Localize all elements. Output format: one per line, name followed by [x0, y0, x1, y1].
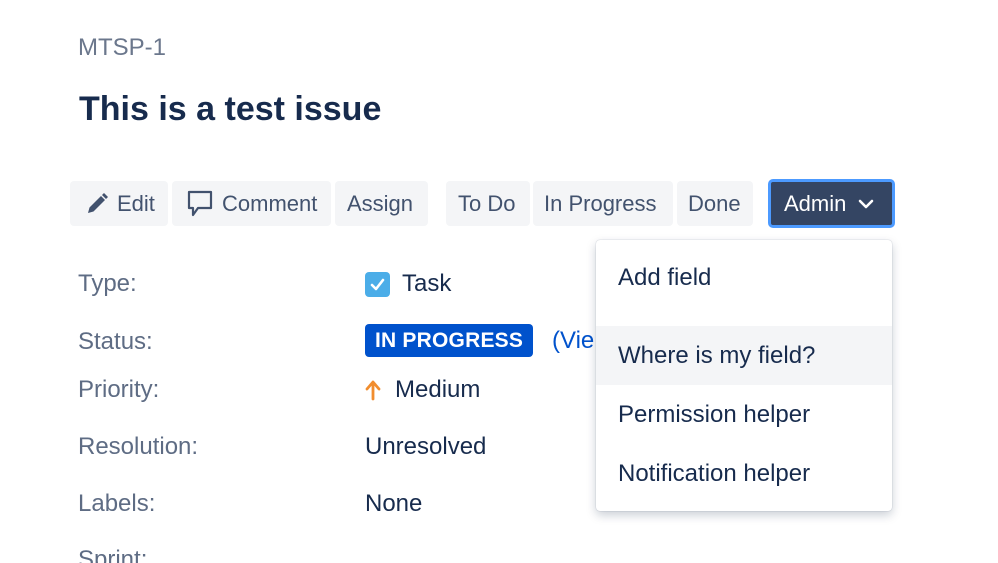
admin-label: Admin — [784, 190, 847, 216]
edit-label: Edit — [117, 190, 155, 216]
view-workflow-link[interactable]: (Vie — [552, 327, 594, 355]
comment-icon — [186, 189, 214, 219]
arrow-up-icon — [365, 379, 381, 401]
done-transition-button[interactable]: Done — [677, 181, 753, 226]
issue-view: MTSP-1 This is a test issue Edit Comment… — [0, 0, 998, 563]
menu-item-label: Permission helper — [618, 400, 811, 428]
menu-item-label: Notification helper — [618, 459, 811, 487]
menu-item-add-field[interactable]: Add field — [596, 248, 892, 307]
issue-title[interactable]: This is a test issue — [79, 90, 381, 129]
resolution-label: Resolution: — [78, 433, 199, 460]
admin-dropdown-button[interactable]: Admin — [768, 179, 895, 228]
in-progress-label: In Progress — [544, 190, 657, 216]
comment-button[interactable]: Comment — [172, 181, 331, 226]
menu-item-where-is-my-field[interactable]: Where is my field? — [596, 326, 892, 385]
menu-item-label: Where is my field? — [618, 341, 816, 369]
chevron-down-icon — [858, 198, 874, 210]
labels-label: Labels: — [78, 490, 156, 517]
type-value: Task — [365, 270, 451, 298]
edit-button[interactable]: Edit — [70, 181, 168, 226]
issue-key[interactable]: MTSP-1 — [78, 34, 166, 62]
task-checkbox-icon — [365, 271, 390, 297]
admin-dropdown-menu: Add field Where is my field? Permission … — [596, 240, 892, 511]
menu-item-permission-helper[interactable]: Permission helper — [596, 385, 892, 444]
sprint-label: Sprint: — [78, 546, 148, 563]
labels-value: None — [365, 490, 423, 517]
priority-label: Priority: — [78, 376, 160, 403]
status-label: Status: — [78, 328, 153, 355]
type-value-text: Task — [402, 270, 452, 297]
menu-item-notification-helper[interactable]: Notification helper — [596, 444, 892, 503]
priority-value: Medium — [365, 376, 480, 404]
done-label: Done — [688, 190, 741, 216]
comment-label: Comment — [222, 190, 318, 216]
priority-value-text: Medium — [395, 376, 481, 403]
type-label: Type: — [78, 270, 137, 297]
todo-transition-button[interactable]: To Do — [446, 181, 530, 226]
todo-label: To Do — [458, 190, 516, 216]
menu-item-label: Add field — [618, 263, 712, 291]
status-badge: IN PROGRESS — [365, 324, 534, 357]
assign-label: Assign — [347, 190, 414, 216]
in-progress-transition-button[interactable]: In Progress — [533, 181, 673, 226]
status-value: IN PROGRESS — [365, 324, 534, 357]
assign-button[interactable]: Assign — [335, 181, 428, 226]
pencil-icon — [85, 192, 109, 216]
resolution-value: Unresolved — [365, 433, 487, 460]
